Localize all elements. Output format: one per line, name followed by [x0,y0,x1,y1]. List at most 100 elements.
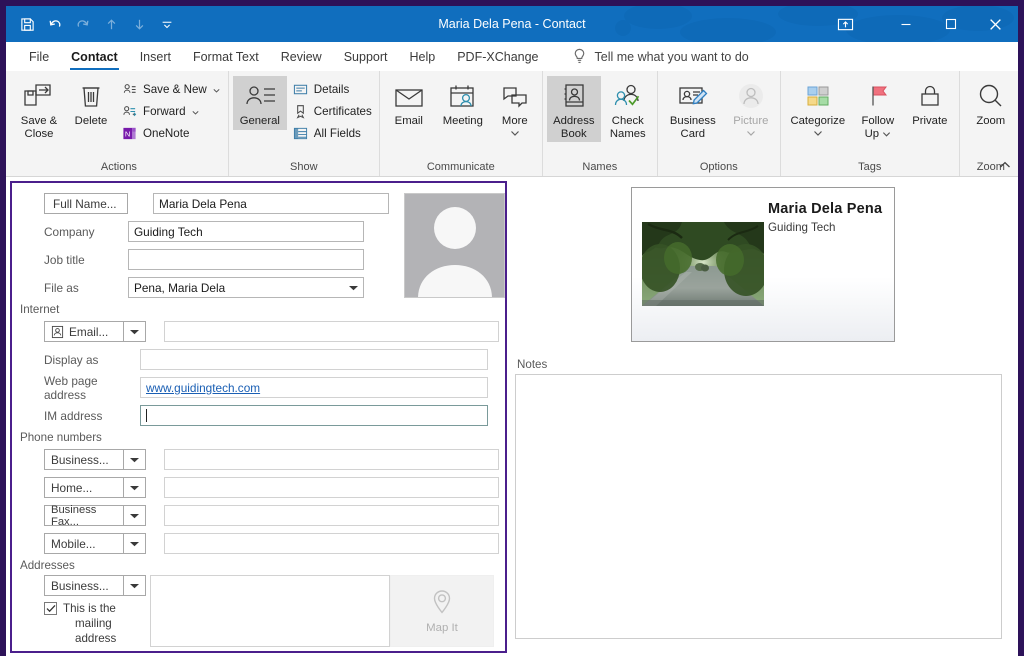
phone-input-home[interactable] [164,477,499,498]
general-button[interactable]: General [232,76,287,130]
notes-textarea[interactable] [515,374,1002,639]
business-card-label-line1: Business [669,115,716,127]
previous-item-icon [98,11,124,37]
tab-help[interactable]: Help [399,42,447,71]
tab-pdf-xchange[interactable]: PDF-XChange [446,42,549,71]
display-as-input[interactable] [140,349,488,370]
check-names-button[interactable]: Check Names [603,76,653,142]
map-it-button[interactable]: Map It [390,575,494,647]
addresses-section-header: Addresses [20,559,75,572]
picture-button[interactable]: Picture [726,76,776,139]
file-as-label: File as [44,280,79,295]
save-and-close-label-line1: Save & [20,115,58,127]
follow-up-flag-icon [864,79,892,115]
job-title-input[interactable] [128,249,364,270]
email-type-split-button[interactable]: Email... [44,321,146,342]
tab-format-text[interactable]: Format Text [182,42,270,71]
collapse-ribbon-button[interactable] [996,156,1014,174]
ribbon-display-options-icon[interactable] [825,6,865,42]
address-textarea[interactable] [150,575,390,647]
email-type-dropdown[interactable] [124,321,146,342]
phone-type-dropdown-mobile[interactable] [124,533,146,554]
phone-input-business-fax[interactable] [164,505,499,526]
save-and-new-button[interactable]: Save & New [118,80,224,99]
details-button[interactable]: Details [289,80,375,99]
private-button[interactable]: Private [905,76,955,130]
web-page-input[interactable]: www.guidingtech.com [140,377,488,398]
tab-file[interactable]: File [18,42,60,71]
phone-type-dropdown-home[interactable] [124,477,146,498]
delete-button[interactable]: Delete [66,76,116,130]
tab-insert[interactable]: Insert [129,42,182,71]
email-input[interactable] [164,321,499,342]
categorize-button[interactable]: Categorize [785,76,851,139]
file-as-combobox[interactable]: Pena, Maria Dela [128,277,364,298]
phone-type-split-mobile[interactable]: Mobile... [44,533,146,554]
phone-type-button-business[interactable]: Business... [44,449,124,470]
ribbon-tabs: File Contact Insert Format Text Review S… [6,42,1018,71]
check-names-label-line2: Names [609,127,646,140]
notes-label: Notes [517,358,548,371]
save-icon[interactable] [14,11,40,37]
tab-review[interactable]: Review [270,42,333,71]
more-button[interactable]: More [492,76,538,139]
save-and-close-button[interactable]: Save & Close [14,76,64,142]
phone-input-business[interactable] [164,449,499,470]
phone-type-button-mobile[interactable]: Mobile... [44,533,124,554]
web-page-label: Web page address [44,373,98,402]
phone-type-dropdown-business[interactable] [124,449,146,470]
close-button[interactable] [973,6,1018,42]
business-card-preview[interactable]: Maria Dela Pena Guiding Tech [631,187,895,342]
title-bar: Maria Dela Pena - Contact [6,6,1018,42]
display-as-row: Display as [18,347,499,372]
address-type-dropdown[interactable] [124,575,146,596]
email-button[interactable]: Email... [44,321,124,342]
mailing-address-checkbox[interactable] [44,602,57,615]
details-icon [292,81,309,98]
phone-type-button-home[interactable]: Home... [44,477,124,498]
phone-type-dropdown-business-fax[interactable] [124,505,146,526]
tell-me-label: Tell me what you want to do [594,49,749,64]
company-input[interactable]: Guiding Tech [128,221,364,242]
address-book-button[interactable]: Address Book [546,76,601,142]
zoom-button[interactable]: Zoom [964,76,1018,130]
maximize-button[interactable] [928,6,973,42]
im-address-input[interactable] [140,405,488,426]
save-and-new-icon [121,81,138,98]
check-names-icon [612,79,644,115]
follow-up-button[interactable]: Follow Up [853,76,903,142]
phone-type-split-home[interactable]: Home... [44,477,146,498]
phone-type-split-business-fax[interactable]: Business Fax... [44,504,146,528]
full-name-button[interactable]: Full Name... [44,193,128,214]
tab-contact[interactable]: Contact [60,42,129,71]
email-button[interactable]: Email [384,76,434,130]
svg-text:N: N [125,129,130,138]
forward-button[interactable]: Forward [118,102,224,121]
phone-type-split-business[interactable]: Business... [44,449,146,470]
all-fields-button[interactable]: All Fields [289,124,375,143]
business-card-button[interactable]: Business Card [662,76,724,142]
certificates-button[interactable]: Certificates [289,102,375,121]
map-it-label: Map It [426,622,458,634]
group-label-names: Names [582,161,618,173]
onenote-button[interactable]: N OneNote [118,124,224,143]
minimize-button[interactable] [883,6,928,42]
internet-section-header: Internet [20,303,60,316]
tab-support[interactable]: Support [333,42,399,71]
phone-row-business-fax: Business Fax... [18,503,499,528]
contact-photo-placeholder[interactable] [404,193,505,298]
customize-quick-access-icon[interactable] [154,11,180,37]
categorize-label: Categorize [790,115,846,127]
undo-icon[interactable] [42,11,68,37]
meeting-button[interactable]: Meeting [436,76,490,130]
window-controls [825,6,1018,42]
address-type-button[interactable]: Business... [44,575,124,596]
address-type-split-button[interactable]: Business... [44,575,150,596]
phone-type-button-business-fax[interactable]: Business Fax... [44,504,124,528]
tell-me-search[interactable]: Tell me what you want to do [572,42,749,71]
full-name-input[interactable]: Maria Dela Pena [153,193,389,214]
web-page-link[interactable]: www.guidingtech.com [146,381,260,395]
phone-input-mobile[interactable] [164,533,499,554]
mailing-address-checkbox-row[interactable]: This is the mailing address [44,601,150,646]
forward-label: Forward [143,105,186,118]
